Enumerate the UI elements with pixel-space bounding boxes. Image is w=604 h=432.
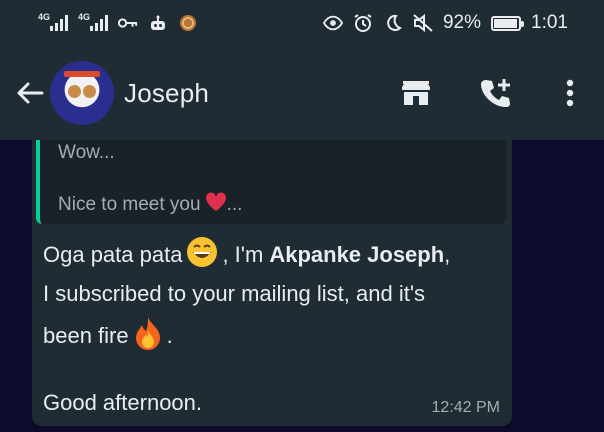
message-line-2: I subscribed to your mailing list, and i… — [43, 281, 426, 306]
battery-level — [494, 18, 517, 28]
quoted-suffix: ... — [226, 194, 243, 215]
eye-icon — [322, 13, 343, 33]
quoted-line-1: Wow... — [58, 142, 115, 163]
battery-percent: 92% — [442, 12, 482, 33]
alarm-icon — [353, 13, 373, 33]
message-text-segment: . — [166, 323, 173, 348]
key-icon — [118, 13, 138, 33]
network-indicator-1: 4G — [38, 12, 68, 31]
signal-icon — [50, 15, 68, 31]
battery-icon — [491, 15, 525, 31]
fire-emoji — [133, 316, 163, 356]
message-text-segment: , I'm — [222, 242, 264, 267]
signal-icon — [90, 15, 108, 31]
message-line-4: Good afternoon. — [43, 390, 203, 415]
message-text-segment: , — [444, 242, 451, 267]
more-vert-icon[interactable] — [550, 73, 590, 113]
chat-header: Joseph — [0, 46, 604, 140]
mute-icon — [413, 13, 433, 33]
quoted-line-2: Nice to meet you ... — [58, 192, 242, 218]
status-bar: 4G 4G 92% 1:01 — [0, 0, 604, 46]
quoted-message[interactable]: Wow... Nice to meet you ... — [36, 140, 506, 224]
message-text-segment: been fire — [43, 323, 129, 348]
message-line-1: Oga pata pata , I'm Akpanke Joseph , — [43, 236, 450, 274]
moon-icon — [383, 13, 403, 33]
message-timestamp: 12:42 PM — [431, 399, 500, 416]
network-indicator-2: 4G — [78, 12, 108, 31]
grinning-emoji — [186, 236, 218, 274]
network-label: 4G — [38, 12, 51, 22]
header-actions — [396, 73, 604, 113]
store-icon[interactable] — [396, 73, 436, 113]
avatar[interactable] — [50, 61, 114, 125]
message-line-3: been fire . — [43, 316, 173, 356]
network-label: 4G — [78, 12, 91, 22]
robot-icon — [148, 13, 168, 33]
status-left: 4G 4G — [38, 13, 198, 33]
status-right: 92% 1:01 — [322, 12, 568, 34]
heart-emoji — [205, 192, 227, 218]
app-badge-icon — [178, 13, 198, 33]
quoted-text: Nice to meet you — [58, 194, 201, 215]
contact-name[interactable]: Joseph — [124, 78, 209, 109]
add-call-icon[interactable] — [476, 73, 516, 113]
message-text-segment: Oga pata pata — [43, 242, 183, 267]
clock: 1:01 — [531, 12, 568, 33]
sender-name-bold: Akpanke Joseph — [269, 242, 445, 267]
back-arrow-icon[interactable] — [8, 71, 52, 115]
message-bubble[interactable]: Wow... Nice to meet you ... Oga pata pat… — [32, 140, 512, 426]
